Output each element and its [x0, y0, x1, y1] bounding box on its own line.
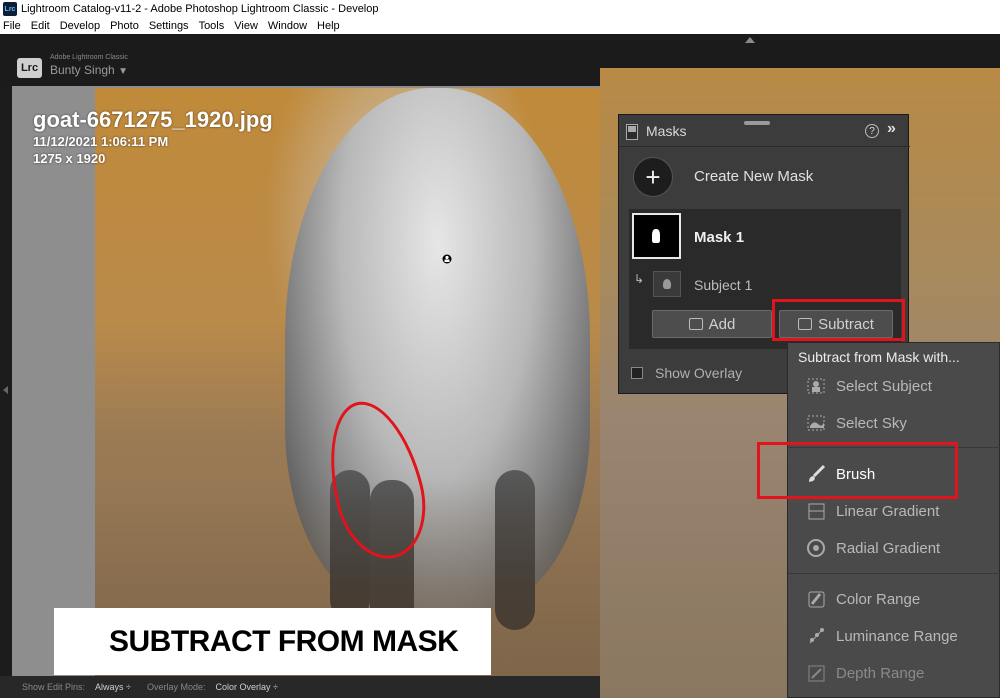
annotation-red-box-brush — [757, 442, 958, 499]
menu-item-select-subject[interactable]: Select Subject — [806, 376, 932, 396]
menu-item-label: Depth Range — [836, 664, 925, 682]
mask-thumbnail[interactable] — [632, 213, 681, 259]
expand-left-panel-icon[interactable] — [3, 386, 8, 394]
menu-develop[interactable]: Develop — [60, 20, 100, 32]
create-new-mask-button[interactable]: + Create New Mask — [633, 157, 903, 197]
menu-item-color-range[interactable]: Color Range — [806, 589, 920, 609]
user-name: Bunty Singh — [50, 63, 115, 77]
caption-text: SUBTRACT FROM MASK — [109, 624, 459, 658]
photo-info-overlay: goat-6671275_1920.jpg 11/12/2021 1:06:11… — [33, 107, 273, 167]
panel-toggle-icon[interactable] — [626, 124, 638, 140]
menu-item-label: Color Range — [836, 590, 921, 608]
top-panel-toggle-icon[interactable] — [745, 37, 755, 43]
subject-component-name[interactable]: Subject 1 — [694, 277, 752, 293]
menu-tools[interactable]: Tools — [199, 20, 225, 32]
sub-item-arrow-icon: ↳ — [634, 272, 645, 286]
menu-help[interactable]: Help — [317, 20, 340, 32]
plus-icon: + — [633, 157, 673, 197]
menu-edit[interactable]: Edit — [31, 20, 50, 32]
subtract-menu-title: Subtract from Mask with... — [798, 349, 960, 365]
menu-item-label: Select Subject — [836, 377, 932, 395]
linear-gradient-icon — [808, 503, 825, 520]
mask-pin-icon[interactable] — [442, 254, 452, 264]
lightroom-app-icon: Lrc — [3, 2, 17, 16]
lrc-logo: Lrc — [17, 58, 42, 78]
select-sky-icon — [807, 415, 825, 431]
menu-window[interactable]: Window — [268, 20, 307, 32]
menu-item-radial-gradient[interactable]: Radial Gradient — [806, 538, 940, 558]
select-subject-icon — [807, 378, 825, 394]
masks-panel-title: Masks — [646, 123, 687, 139]
photo-filename: goat-6671275_1920.jpg — [33, 107, 273, 132]
mask-name[interactable]: Mask 1 — [694, 229, 744, 246]
annotation-red-box-subtract — [772, 299, 905, 341]
menu-item-depth-range: Depth Range — [806, 663, 924, 683]
subtract-from-mask-menu: Subtract from Mask with... Select Subjec… — [787, 342, 1000, 698]
show-overlay-toggle[interactable]: Show Overlay — [631, 365, 742, 381]
bottom-toolbar: Show Edit Pins: Always ÷ Overlay Mode: C… — [0, 676, 600, 698]
color-range-icon — [808, 591, 825, 608]
window-titlebar: Lrc Lightroom Catalog-v11-2 - Adobe Phot… — [0, 0, 1000, 18]
menu-item-linear-gradient[interactable]: Linear Gradient — [806, 501, 939, 521]
show-edit-pins-label: Show Edit Pins: — [22, 682, 86, 692]
menubar: File Edit Develop Photo Settings Tools V… — [0, 18, 1000, 34]
show-overlay-checkbox[interactable] — [631, 367, 643, 379]
create-new-mask-label: Create New Mask — [694, 168, 814, 185]
photo-datetime: 11/12/2021 1:06:11 PM — [33, 134, 169, 149]
subject-component-icon[interactable] — [653, 271, 681, 297]
photo-dimensions: 1275 x 1920 — [33, 151, 106, 166]
collapse-icon[interactable]: » — [887, 120, 896, 138]
help-icon[interactable]: ? — [865, 124, 879, 138]
identity-user[interactable]: Bunty Singh ▼ — [50, 63, 128, 77]
add-button[interactable]: Add — [652, 310, 772, 338]
product-name: Adobe Lightroom Classic — [50, 54, 128, 61]
menu-file[interactable]: File — [3, 20, 21, 32]
overlay-mode-label: Overlay Mode: — [146, 682, 206, 692]
luminance-range-icon — [809, 628, 824, 644]
menu-photo[interactable]: Photo — [110, 20, 139, 32]
caption-box: SUBTRACT FROM MASK — [54, 608, 491, 675]
menu-separator — [788, 573, 1000, 574]
window-title: Lightroom Catalog-v11-2 - Adobe Photosho… — [21, 3, 379, 15]
masks-panel-header[interactable]: Masks ? » — [619, 115, 910, 147]
overlay-mode-select[interactable]: Color Overlay ÷ — [216, 682, 278, 692]
add-mask-icon — [688, 318, 703, 330]
show-overlay-label: Show Overlay — [655, 365, 743, 381]
show-edit-pins-select[interactable]: Always ÷ — [95, 682, 131, 692]
add-label: Add — [708, 315, 736, 333]
menu-item-select-sky[interactable]: Select Sky — [806, 413, 907, 433]
chevron-down-icon: ▼ — [118, 66, 128, 77]
menu-item-label: Select Sky — [836, 414, 907, 432]
menu-item-label: Linear Gradient — [836, 502, 940, 520]
menu-item-label: Radial Gradient — [836, 539, 941, 557]
menu-view[interactable]: View — [234, 20, 258, 32]
menu-item-luminance-range[interactable]: Luminance Range — [806, 626, 958, 646]
depth-range-icon — [808, 665, 825, 682]
menu-settings[interactable]: Settings — [149, 20, 189, 32]
drag-handle-icon[interactable] — [744, 121, 770, 125]
menu-item-label: Luminance Range — [836, 627, 958, 645]
left-panel-edge[interactable] — [0, 86, 12, 676]
radial-gradient-icon — [807, 539, 825, 557]
screenshot-root: Lrc Lightroom Catalog-v11-2 - Adobe Phot… — [0, 0, 1000, 698]
